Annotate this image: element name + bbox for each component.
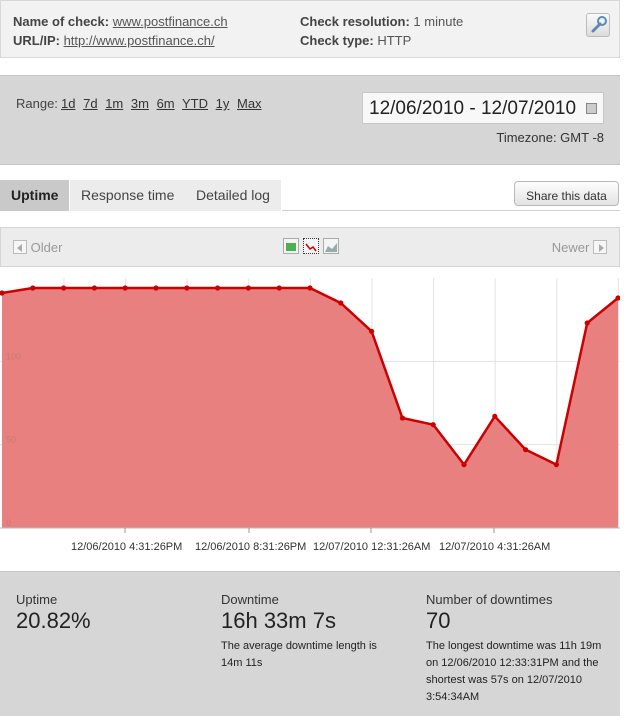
data-point (492, 413, 498, 419)
arrow-right-icon (593, 240, 607, 254)
range-option-3m[interactable]: 3m (131, 96, 149, 111)
data-point (61, 285, 67, 291)
x-tick-label: 12/06/2010 8:31:26PM (195, 541, 307, 553)
uptime-value: 20.82% (16, 608, 91, 633)
downtime-stat: Downtime 16h 33m 7s The average downtime… (221, 592, 377, 672)
check-type-label: Check type: (300, 33, 374, 48)
bar-chart-icon[interactable] (283, 238, 299, 254)
check-resolution-value: 1 minute (413, 14, 464, 29)
x-tick-label: 12/07/2010 12:31:26AM (313, 541, 431, 553)
check-url-label: URL/IP: (13, 33, 60, 48)
tab-detailed-log[interactable]: Detailed log (185, 180, 282, 211)
range-option-1d[interactable]: 1d (61, 96, 75, 111)
stats-panel: Uptime 20.82% Downtime 16h 33m 7s The av… (0, 571, 620, 716)
downtimes-note: The longest downtime was 11h 19m on 12/0… (426, 638, 601, 706)
downtime-note: The average downtime length is 14m 11s (221, 638, 377, 672)
data-point (153, 285, 159, 291)
downtimes-note-line: shortest was 57s on 12/07/2010 (426, 674, 582, 686)
data-point (584, 320, 590, 326)
data-point (245, 285, 251, 291)
newer-label: Newer (551, 240, 590, 255)
check-type-row: Check type: HTTP (300, 33, 411, 48)
check-resolution-label: Check resolution: (300, 14, 410, 29)
data-point (430, 422, 436, 428)
wrench-icon[interactable] (586, 13, 610, 37)
check-url-row: URL/IP: http://www.postfinance.ch/ (13, 33, 215, 48)
check-resolution-row: Check resolution: 1 minute (300, 14, 463, 29)
downtime-note-line: 14m 11s (221, 657, 263, 669)
data-point (122, 285, 128, 291)
range-option-7d[interactable]: 7d (83, 96, 97, 111)
check-url-link[interactable]: http://www.postfinance.ch/ (64, 33, 215, 48)
date-range-picker[interactable]: 12/06/2010 - 12/07/2010 (362, 92, 604, 124)
data-point (523, 447, 529, 453)
check-type-value: HTTP (377, 33, 412, 48)
data-point (461, 462, 467, 468)
range-option-max[interactable]: Max (237, 96, 262, 111)
arrow-left-icon (13, 240, 27, 254)
check-info-panel: Name of check: www.postfinance.ch URL/IP… (0, 0, 620, 58)
share-button[interactable]: Share this data (514, 181, 619, 206)
uptime-chart-svg: 100 50 0 (0, 278, 621, 533)
y-tick-label: 0 (6, 518, 11, 528)
tab-uptime[interactable]: Uptime (0, 180, 71, 211)
data-point (91, 285, 97, 291)
range-option-1m[interactable]: 1m (105, 96, 123, 111)
downtime-label: Downtime (221, 592, 279, 607)
x-tick-label: 12/06/2010 4:31:26PM (71, 541, 183, 553)
calendar-icon[interactable] (586, 103, 597, 114)
range-panel: Range: 1d 7d 1m 3m 6m YTD 1y Max 12/06/2… (0, 75, 620, 165)
data-point (338, 300, 344, 306)
downtimes-count-label: Number of downtimes (426, 592, 553, 607)
downtimes-count-value: 70 (426, 608, 451, 633)
range-label: Range: (16, 96, 58, 111)
data-point (307, 285, 313, 291)
data-point (215, 285, 221, 291)
uptime-chart: 100 50 0 12/06/2010 4:31:26PM 12/06/2010 8… (0, 278, 621, 558)
range-option-ytd[interactable]: YTD (182, 96, 208, 111)
check-name-link[interactable]: www.postfinance.ch (113, 14, 228, 29)
range-option-1y[interactable]: 1y (216, 96, 230, 111)
uptime-label: Uptime (16, 592, 58, 607)
date-range-text: 12/06/2010 - 12/07/2010 (369, 98, 577, 119)
range-options: 1d 7d 1m 3m 6m YTD 1y Max (61, 96, 266, 111)
check-name-row: Name of check: www.postfinance.ch (13, 14, 228, 29)
older-button[interactable]: Older (13, 240, 62, 255)
downtimes-count-stat: Number of downtimes 70 The longest downt… (426, 592, 601, 706)
downtimes-note-line: 3:54:34AM (426, 691, 480, 703)
tab-response-time[interactable]: Response time (70, 180, 187, 211)
uptime-stat: Uptime 20.82% (16, 592, 91, 634)
data-point (369, 328, 375, 334)
data-point (184, 285, 190, 291)
range-option-6m[interactable]: 6m (157, 96, 175, 111)
timezone-label: Timezone: GMT -8 (496, 130, 604, 145)
line-chart-icon[interactable] (303, 238, 319, 254)
chart-nav-bar: Older Newer (0, 227, 620, 267)
y-tick-label: 50 (6, 435, 16, 445)
downtime-note-line: The average downtime length is (221, 640, 377, 652)
data-point (553, 462, 560, 468)
data-point (30, 285, 36, 291)
check-name-label: Name of check: (13, 14, 110, 29)
data-point (276, 285, 282, 291)
area-fill (2, 288, 618, 528)
older-label: Older (30, 240, 63, 255)
newer-button[interactable]: Newer (552, 240, 607, 255)
downtimes-note-line: on 12/06/2010 12:33:31PM and the (426, 657, 599, 669)
downtimes-note-line: The longest downtime was 11h 19m (426, 640, 602, 652)
y-tick-label: 100 (6, 351, 21, 361)
data-point (399, 415, 405, 421)
downtime-value: 16h 33m 7s (221, 608, 336, 633)
x-tick-label: 12/07/2010 4:31:26AM (439, 541, 551, 553)
area-chart-icon[interactable] (323, 238, 339, 254)
